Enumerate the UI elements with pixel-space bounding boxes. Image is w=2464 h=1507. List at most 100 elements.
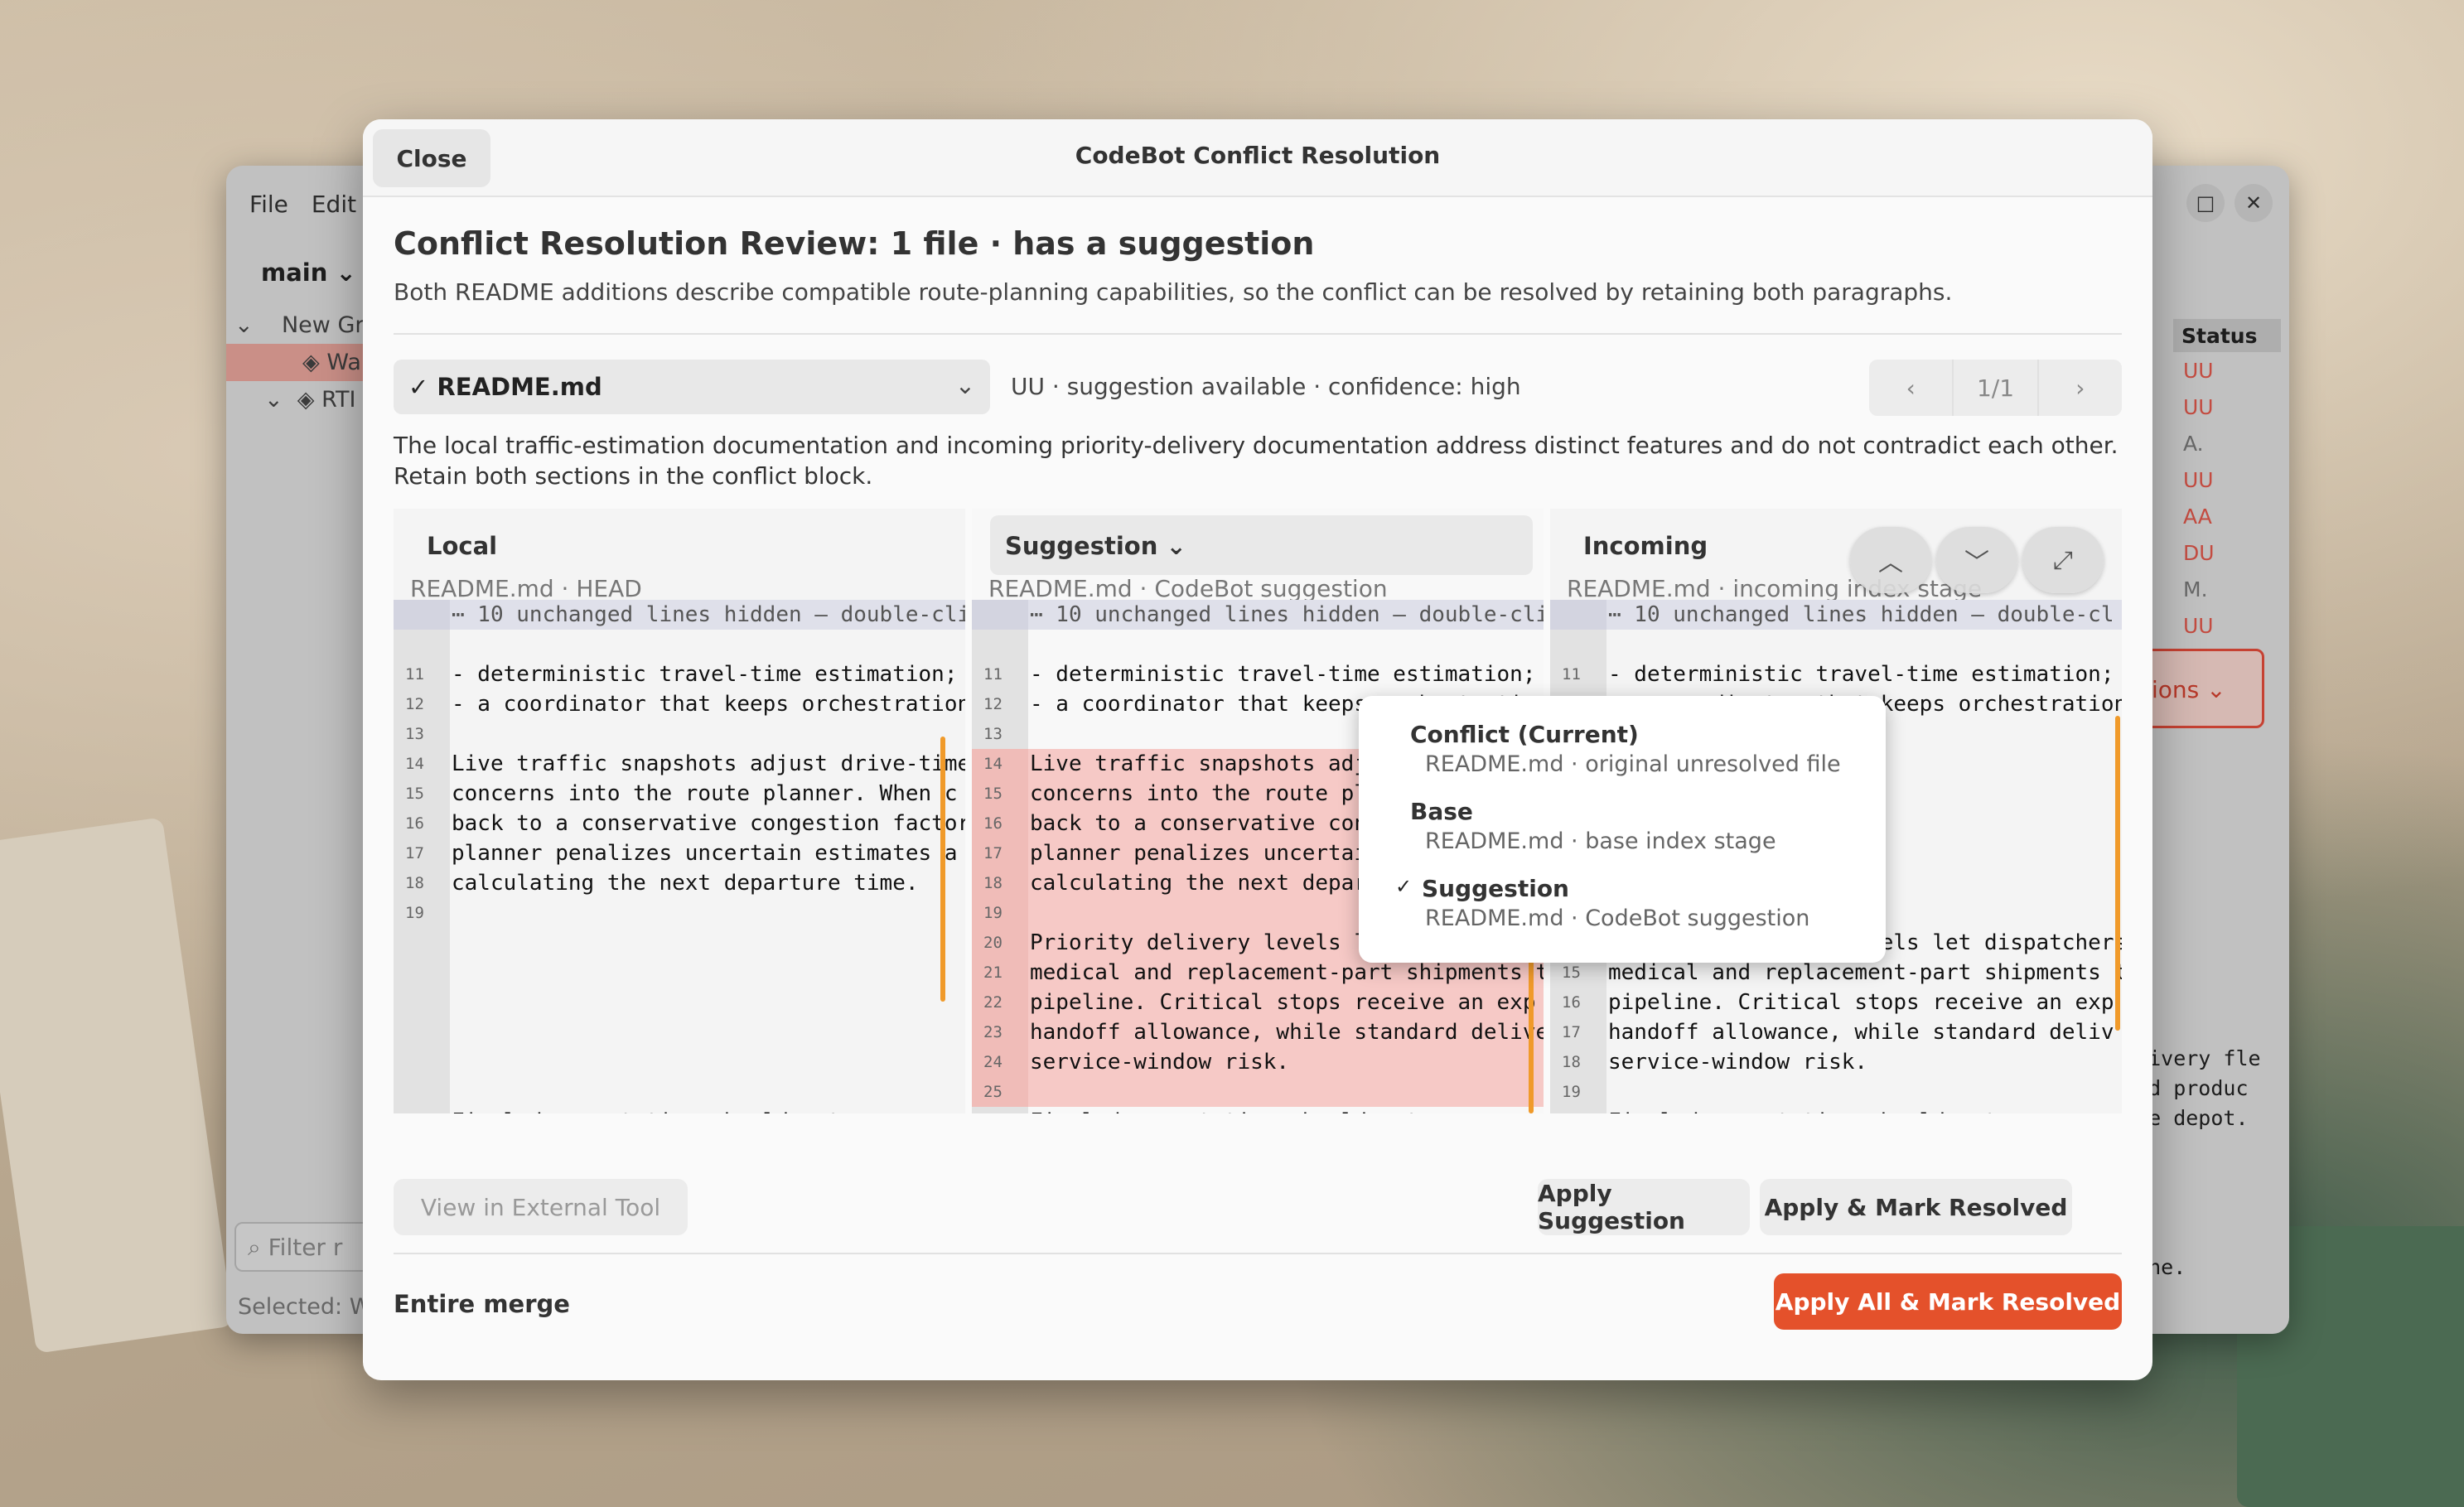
chevron-down-icon: ⌄: [264, 387, 283, 413]
line-number: 14: [394, 749, 450, 779]
line-number: 13: [394, 719, 450, 749]
view-external-tool-button[interactable]: View in External Tool: [394, 1179, 688, 1235]
line-number: [1550, 600, 1606, 630]
previous-conflict-button[interactable]: ‹: [1869, 360, 1952, 416]
close-icon[interactable]: ✕: [2235, 184, 2273, 222]
conflict-resolution-dialog: Close CodeBot Conflict Resolution Confli…: [363, 119, 2152, 1380]
line-number: 18: [1550, 1047, 1606, 1077]
suggestion-explanation: The local traffic-estimation documentati…: [394, 432, 2119, 490]
line-number: [972, 600, 1028, 630]
line-text: handoff allowance, while standard deliv: [1608, 1020, 2114, 1045]
code-line: [394, 958, 965, 988]
line-number: [394, 1077, 450, 1107]
line-number: 12: [394, 689, 450, 719]
line-text: - deterministic travel-time estimation;: [452, 662, 958, 687]
line-number: 21: [972, 958, 1028, 988]
code-line: 17 planner penalizes uncertain estimates …: [394, 838, 965, 868]
line-text: service-window risk.: [1608, 1050, 1868, 1075]
chevron-down-icon: ⌄: [234, 312, 254, 338]
maximize-icon[interactable]: □: [2186, 184, 2225, 222]
menu-item-subtitle: README.md · original unresolved file: [1425, 751, 1841, 777]
line-text: Live traffic snapshots adjust drive-time: [452, 751, 965, 776]
line-number: 11: [1550, 659, 1606, 689]
next-conflict-button[interactable]: ›: [2039, 360, 2122, 416]
divider: [394, 333, 2122, 335]
branch-selector[interactable]: main ⌄: [261, 258, 356, 287]
line-number: 23: [972, 1017, 1028, 1047]
chevron-up-icon[interactable]: ︿: [1850, 527, 1931, 593]
line-text: Final documentation should note: [1028, 1109, 1432, 1113]
line-number: [1550, 630, 1606, 659]
local-pane: Local README.md · HEAD ⋯ 10 unchanged li…: [394, 509, 965, 1113]
apply-mark-resolved-button[interactable]: Apply & Mark Resolved: [1760, 1179, 2072, 1235]
code-line: [972, 630, 1544, 659]
menu-item-title: Conflict (Current): [1410, 721, 1639, 748]
menu-item-conflict[interactable]: Conflict (Current) README.md · original …: [1359, 721, 1886, 798]
status-header: Status: [2173, 319, 2281, 352]
line-text: Final documentation should note: [1606, 1109, 2010, 1113]
line-number: [1550, 1107, 1606, 1113]
status-cell: DU: [2183, 541, 2215, 565]
dialog-title: CodeBot Conflict Resolution: [1075, 142, 1441, 169]
expand-icon[interactable]: ⤢: [2022, 527, 2104, 593]
code-line: 23 handoff allowance, while standard deli…: [972, 1017, 1544, 1047]
code-line: 24 service-window risk.: [972, 1047, 1544, 1077]
line-number: 16: [1550, 988, 1606, 1017]
line-number: 19: [1550, 1077, 1606, 1107]
code-line: 12- a coordinator that keeps orchestrati…: [394, 689, 965, 719]
menu-file[interactable]: File: [249, 191, 288, 218]
hidden-lines-row[interactable]: ⋯ 10 unchanged lines hidden — double-cli: [972, 600, 1544, 630]
line-number: 24: [972, 1047, 1028, 1077]
line-text: Final documentation should note: [450, 1109, 853, 1113]
line-number: 18: [972, 868, 1028, 898]
menu-item-base[interactable]: Base README.md · base index stage: [1359, 798, 1886, 875]
pane-title: Local: [427, 532, 498, 560]
line-number: [972, 1107, 1028, 1113]
line-number: [394, 600, 450, 630]
menu-item-suggestion[interactable]: ✓ Suggestion README.md · CodeBot suggest…: [1359, 875, 1886, 952]
review-subtitle: Both README additions describe compatibl…: [394, 278, 1953, 306]
conflict-marker: [2115, 716, 2120, 1031]
conflict-icon: ◈: [302, 350, 320, 375]
code-line: 16 pipeline. Critical stops receive an ex…: [1550, 988, 2122, 1017]
divider: [394, 1253, 2122, 1254]
pane-subtitle: README.md · HEAD: [410, 575, 642, 602]
code-line: Final documentation should note: [1550, 1107, 2122, 1113]
line-number: 15: [972, 779, 1028, 809]
entire-merge-label: Entire merge: [394, 1290, 570, 1318]
line-text: planner penalizes uncertain estimates a: [452, 841, 958, 866]
branch-label: main: [261, 258, 328, 287]
code-view[interactable]: ⋯ 10 unchanged lines hidden — double-cli…: [394, 600, 965, 1113]
chevron-down-icon[interactable]: ﹀: [1936, 527, 2017, 593]
file-status: UU · suggestion available · confidence: …: [1011, 373, 1521, 400]
pane-subtitle: README.md · CodeBot suggestion: [988, 575, 1388, 602]
line-number: 11: [972, 659, 1028, 689]
apply-all-mark-resolved-button[interactable]: Apply All & Mark Resolved: [1774, 1273, 2122, 1330]
line-number: 16: [972, 809, 1028, 838]
hidden-lines-row[interactable]: ⋯ 10 unchanged lines hidden — double-cl: [1550, 600, 2122, 630]
line-number: [394, 1047, 450, 1077]
status-cell: UU: [2183, 614, 2214, 638]
search-icon: ⌕: [248, 1234, 261, 1261]
line-text: medical and replacement-part shipments t: [1608, 960, 2122, 985]
code-line: [1550, 630, 2122, 659]
file-name: README.md: [437, 373, 602, 401]
line-number: 16: [394, 809, 450, 838]
status-cell: AA: [2183, 505, 2212, 529]
line-number: 22: [972, 988, 1028, 1017]
suggestion-view-selector[interactable]: Suggestion ⌄: [990, 515, 1533, 575]
code-line: 17 handoff allowance, while standard deli…: [1550, 1017, 2122, 1047]
file-selector[interactable]: ✓ README.md ⌄: [394, 360, 990, 414]
line-number: 12: [972, 689, 1028, 719]
hidden-lines-row[interactable]: ⋯ 10 unchanged lines hidden — double-cli…: [394, 600, 965, 630]
status-cell: A.: [2183, 432, 2204, 456]
line-number: 25: [972, 1077, 1028, 1107]
line-number: 20: [972, 928, 1028, 958]
pager-position: 1/1: [1952, 360, 2039, 416]
code-line: 11- deterministic travel-time estimation…: [1550, 659, 2122, 689]
line-text: calculating the next departure time.: [452, 871, 919, 896]
code-line: 16 back to a conservative congestion fact…: [394, 809, 965, 838]
menu-edit[interactable]: Edit: [312, 191, 356, 218]
apply-suggestion-button[interactable]: Apply Suggestion: [1538, 1179, 1750, 1235]
line-number: 14: [972, 749, 1028, 779]
